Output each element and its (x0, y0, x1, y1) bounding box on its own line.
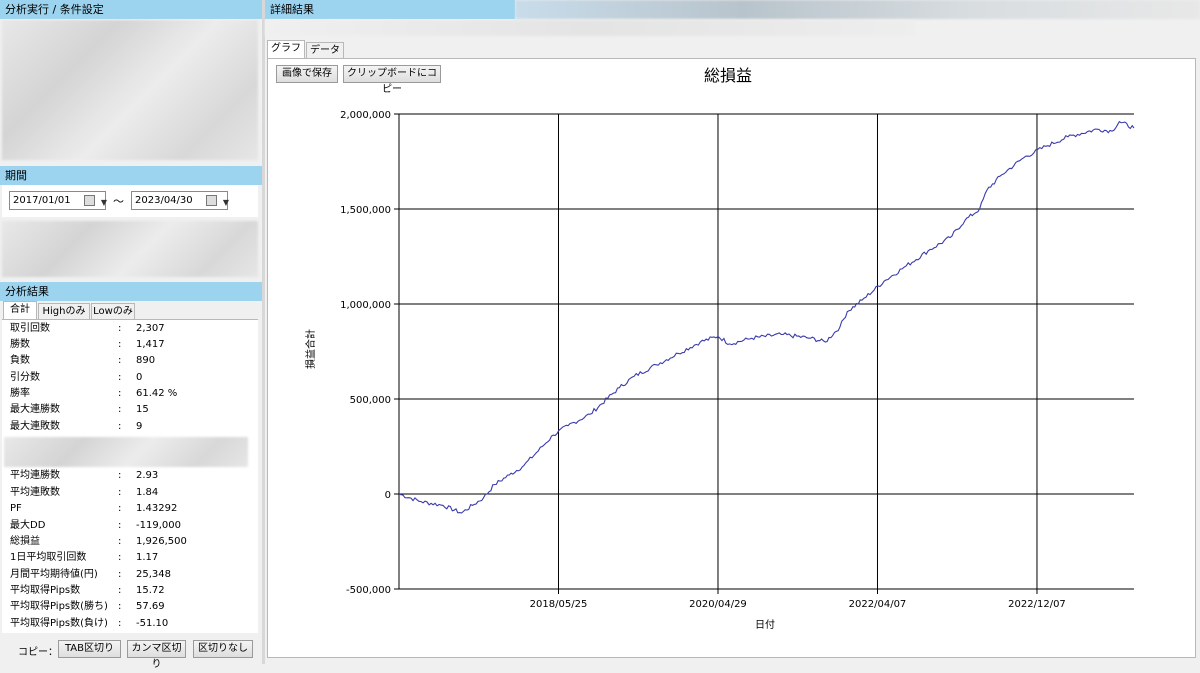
blurred-conditions (2, 20, 258, 160)
copy-comma-button[interactable]: カンマ区切り (127, 640, 186, 670)
x-tick-label: 2022/12/07 (1008, 599, 1066, 610)
copy-label: コピー： (18, 647, 58, 658)
tab-data[interactable]: データ (306, 42, 344, 59)
chevron-down-icon[interactable]: ▼ (223, 194, 229, 211)
blurred-row (4, 437, 248, 467)
analysis-header: 分析実行 / 条件設定 (0, 0, 262, 19)
period-from-value: 2017/01/01 (13, 195, 71, 206)
y-tick-label: 0 (385, 490, 391, 501)
results-header: 分析結果 (0, 282, 262, 301)
left-panel: 分析実行 / 条件設定 期間 2017/01/01 ▼ ～ 2023/04/30… (0, 0, 262, 670)
period-separator: ～ (113, 195, 124, 208)
period-to-value: 2023/04/30 (135, 195, 193, 206)
period-from-date[interactable]: 2017/01/01 ▼ (9, 191, 107, 211)
y-tick-label: -500,000 (346, 585, 391, 596)
chart-title: 総損益 (704, 66, 752, 85)
calendar-icon[interactable] (84, 195, 95, 206)
pnl-series-line (398, 120, 1135, 514)
blurred-section (2, 221, 258, 277)
x-tick-label: 2020/04/29 (689, 599, 747, 610)
y-tick-label: 1,000,000 (340, 300, 391, 311)
tab-high-only[interactable]: Highのみ (38, 303, 90, 320)
x-tick-label: 2018/05/25 (530, 599, 588, 610)
chevron-down-icon[interactable]: ▼ (101, 194, 107, 211)
copy-none-button[interactable]: 区切りなし (193, 640, 253, 658)
period-header: 期間 (0, 166, 262, 185)
blurred-subheader (265, 20, 915, 36)
tab-low-only[interactable]: Lowのみ (91, 303, 135, 320)
y-axis-label: 損益合計 (304, 329, 317, 369)
blurred-header-strip (515, 0, 1200, 19)
detail-header: 詳細結果 (265, 0, 515, 19)
results-tabs: 合計 Highのみ Lowのみ (2, 301, 258, 320)
pnl-line-chart: 総損益 損益合計 日付 2,000,000 1,500,000 1,000,000 5… (304, 66, 1135, 631)
right-panel: 詳細結果 グラフ データ 画像で保存 クリップボードにコピー 総損益 損益合計 … (265, 0, 1200, 664)
tab-total[interactable]: 合計 (3, 301, 37, 320)
x-axis-label: 日付 (755, 618, 775, 631)
calendar-icon[interactable] (206, 195, 217, 206)
y-tick-label: 500,000 (350, 395, 391, 406)
chart-area: 画像で保存 クリップボードにコピー 総損益 損益合計 日付 2,000,000 1… (267, 58, 1196, 658)
period-to-date[interactable]: 2023/04/30 ▼ (131, 191, 229, 211)
copy-tab-button[interactable]: TAB区切り (58, 640, 121, 658)
x-tick-label: 2022/04/07 (849, 599, 907, 610)
y-tick-label: 1,500,000 (340, 205, 391, 216)
tab-graph[interactable]: グラフ (267, 40, 305, 59)
y-tick-label: 2,000,000 (340, 110, 391, 121)
